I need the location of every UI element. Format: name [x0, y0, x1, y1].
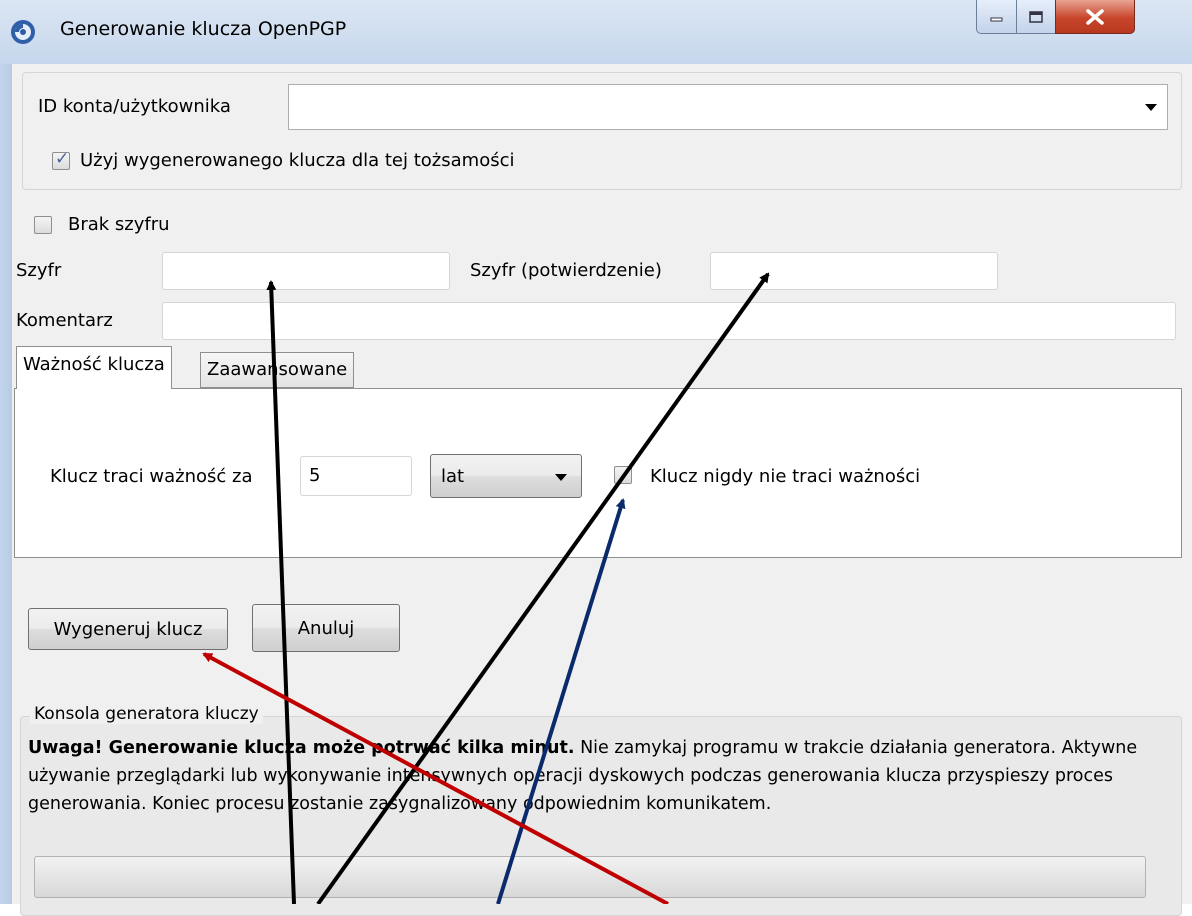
close-button[interactable]	[1055, 0, 1135, 34]
minimize-icon	[990, 17, 1002, 21]
console-title: Konsola generatora kluczy	[30, 704, 263, 724]
cipher-confirm-label: Szyfr (potwierdzenie)	[470, 260, 662, 281]
account-id-combobox[interactable]	[288, 84, 1168, 130]
close-icon	[1086, 8, 1104, 25]
expiry-value-input[interactable]: 5	[300, 456, 412, 496]
tab-key-validity[interactable]: Ważność klucza	[16, 346, 172, 389]
tab-advanced[interactable]: Zaawansowane	[200, 352, 355, 388]
title-bar[interactable]: Generowanie klucza OpenPGP	[0, 0, 1192, 64]
chevron-down-icon	[1145, 104, 1157, 111]
use-key-label: Użyj wygenerowanego klucza dla tej tożsa…	[80, 150, 515, 171]
cipher-label: Szyfr	[16, 260, 62, 281]
never-expires-label: Klucz nigdy nie traci ważności	[650, 466, 921, 487]
maximize-icon	[1029, 10, 1043, 23]
window-border	[0, 64, 12, 904]
cancel-button[interactable]: Anuluj	[252, 604, 400, 652]
account-id-label: ID konta/użytkownika	[38, 96, 231, 117]
window-title: Generowanie klucza OpenPGP	[60, 18, 347, 40]
use-key-checkbox[interactable]: ✓	[52, 149, 70, 170]
no-cipher-checkbox[interactable]	[34, 216, 52, 234]
generation-progress-bar	[34, 856, 1146, 898]
app-logo-icon	[11, 20, 35, 44]
maximize-button[interactable]	[1016, 0, 1056, 34]
comment-input[interactable]	[162, 302, 1176, 340]
expiry-unit-dropdown[interactable]: lat	[430, 454, 582, 498]
app-window: Generowanie klucza OpenPGP ID konta/użyt…	[0, 0, 1192, 916]
never-expires-checkbox[interactable]	[614, 466, 632, 484]
cipher-confirm-input[interactable]	[710, 252, 998, 290]
no-cipher-label: Brak szyfru	[68, 214, 170, 235]
console-message: Uwaga! Generowanie klucza może potrwać k…	[28, 734, 1168, 818]
cipher-input[interactable]	[162, 252, 450, 290]
minimize-button[interactable]	[976, 0, 1017, 34]
chevron-down-icon	[555, 474, 567, 481]
console-warning-bold: Uwaga! Generowanie klucza może potrwać k…	[28, 738, 575, 758]
dialog-body: ID konta/użytkownika ✓ Użyj wygenerowane…	[12, 64, 1192, 916]
comment-label: Komentarz	[16, 310, 113, 331]
checkmark-icon: ✓	[55, 149, 70, 169]
expiry-unit-value: lat	[441, 465, 465, 487]
expiry-label: Klucz traci ważność za	[50, 466, 253, 487]
generate-key-button[interactable]: Wygeneruj klucz	[28, 608, 228, 650]
